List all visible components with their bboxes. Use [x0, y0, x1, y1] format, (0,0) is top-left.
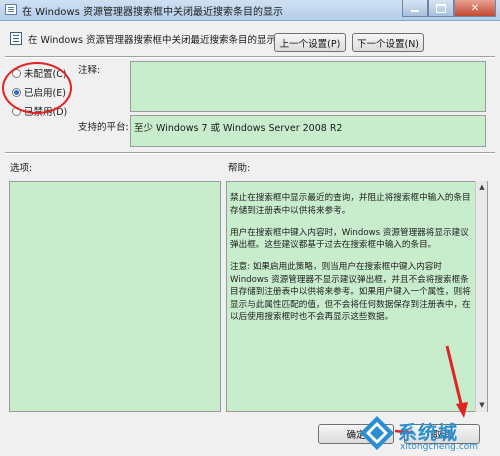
annotation-arrow [394, 345, 468, 435]
watermark: 系统城 xitongcheng.com [358, 414, 498, 456]
arrow-shaft [445, 345, 464, 409]
policy-dialog: 在 Windows 资源管理器搜索框中关闭最近搜索条目的显示 在 Windows… [0, 0, 500, 456]
watermark-url: xitongcheng.com [400, 442, 478, 452]
watermark-name: 系统城 [398, 422, 459, 444]
watermark-logo-icon [360, 416, 394, 450]
